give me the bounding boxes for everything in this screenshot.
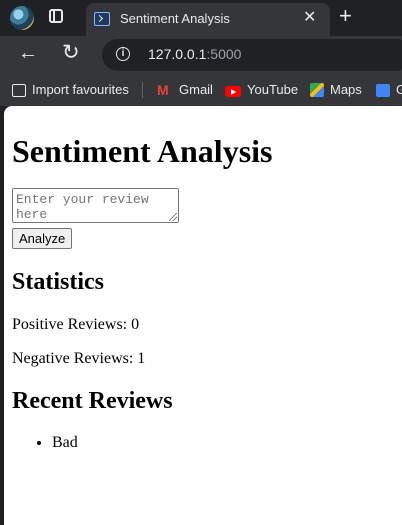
- translate-icon: [376, 84, 390, 97]
- page-title: Sentiment Analysis: [12, 133, 273, 169]
- url-port: :5000: [206, 46, 242, 62]
- bookmark-label: Import favourites: [32, 82, 129, 97]
- bookmark-label: Maps: [330, 82, 362, 97]
- bookmarks-divider: [142, 82, 143, 98]
- new-tab-button[interactable]: +: [339, 4, 352, 28]
- review-input[interactable]: [12, 188, 179, 223]
- url-host: 127.0.0.1: [148, 46, 207, 62]
- analyze-button[interactable]: Analyze: [12, 228, 73, 249]
- site-info-icon[interactable]: i: [116, 47, 130, 61]
- recent-reviews-heading: Recent Reviews: [12, 388, 173, 414]
- close-tab-icon[interactable]: ✕: [303, 9, 316, 27]
- tab-title: Sentiment Analysis: [120, 11, 230, 26]
- active-tab[interactable]: Sentiment Analysis ✕: [86, 3, 330, 36]
- statistics-heading: Statistics: [12, 269, 104, 295]
- bookmark-youtube[interactable]: YouTube: [225, 82, 298, 97]
- positive-reviews-count: Positive Reviews: 0: [12, 316, 140, 333]
- recent-reviews-list: Bad: [12, 434, 78, 452]
- url-text[interactable]: 127.0.0.1:5000: [148, 46, 241, 62]
- browser-toolbar: ← ↻ i 127.0.0.1:5000: [0, 36, 402, 74]
- negative-reviews-count: Negative Reviews: 1: [12, 350, 146, 367]
- tab-strip: Sentiment Analysis ✕ +: [0, 0, 402, 36]
- list-item: Bad: [52, 434, 78, 452]
- back-arrow-icon[interactable]: ←: [18, 42, 38, 65]
- gmail-icon: [157, 82, 173, 98]
- tab-search-icon[interactable]: [49, 9, 63, 23]
- resize-grip-icon[interactable]: [169, 213, 177, 221]
- page-content: Sentiment Analysis Analyze Statistics Po…: [4, 106, 402, 525]
- bookmarks-bar: Import favourites Gmail YouTube Maps G: [0, 74, 402, 106]
- reload-icon[interactable]: ↻: [62, 40, 80, 65]
- bookmark-gmail[interactable]: Gmail: [157, 82, 213, 98]
- maps-icon: [310, 83, 324, 97]
- bookmark-translate[interactable]: G: [376, 82, 402, 97]
- bookmark-label: YouTube: [247, 82, 299, 97]
- terminal-favicon-icon: [94, 12, 110, 26]
- bookmark-label: Gmail: [179, 82, 213, 97]
- bookmark-label: G: [396, 82, 402, 97]
- bookmark-import-favourites[interactable]: Import favourites: [12, 82, 129, 97]
- import-icon: [12, 84, 26, 97]
- profile-avatar[interactable]: [10, 6, 34, 30]
- youtube-icon: [225, 86, 241, 97]
- bookmark-maps[interactable]: Maps: [310, 82, 362, 97]
- address-bar[interactable]: i 127.0.0.1:5000: [102, 39, 402, 71]
